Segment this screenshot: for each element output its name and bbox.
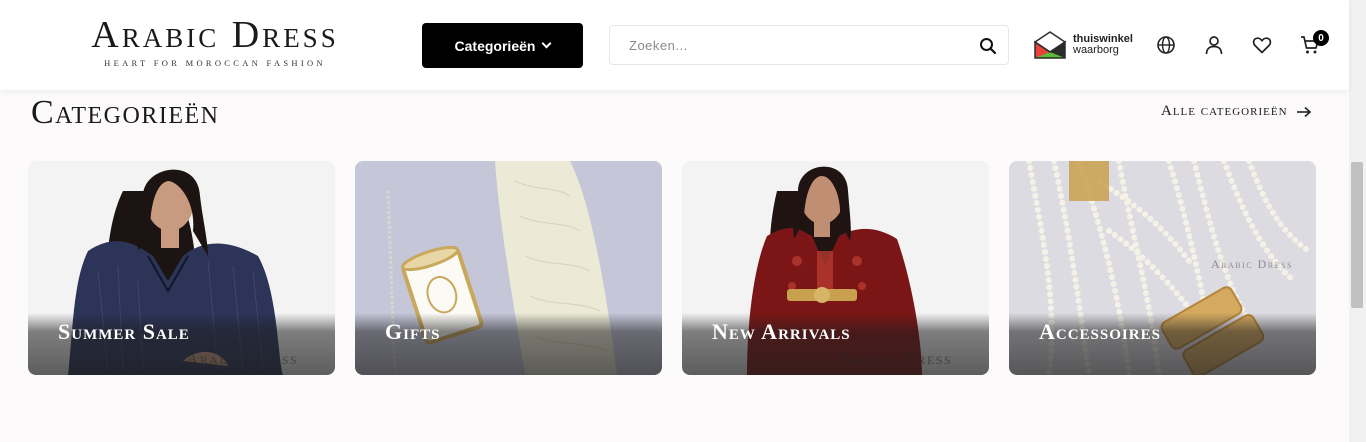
globe-icon[interactable] [1155,34,1177,56]
category-card-new-arrivals[interactable]: Arabic Dress New Arrivals [682,161,989,375]
category-label: New Arrivals [712,319,851,344]
categories-button-label: Categorieën [454,37,536,54]
site-header: Arabic Dress HEART FOR MOROCCAN FASHION … [0,0,1349,90]
heart-icon[interactable] [1251,34,1273,56]
arrow-right-icon [1296,106,1311,117]
all-categories-link[interactable]: Alle categorieën [1161,103,1312,120]
page-scrollbar[interactable] [1349,0,1366,442]
thuiswinkel-line2: waarborg [1073,44,1119,56]
cart-count-badge: 0 [1313,30,1329,46]
category-card-accessoires[interactable]: Arabic Dress Accessoires [1009,161,1316,375]
search-bar [609,25,1009,65]
watermark: Arabic Dress [186,349,299,368]
category-label: Accessoires [1039,319,1161,344]
category-label: Summer Sale [58,319,190,344]
category-label: Gifts [385,319,441,344]
watermark: Arabic Dress [1211,257,1293,271]
category-card-gifts[interactable]: Gifts [355,161,662,375]
search-icon[interactable] [979,37,997,55]
logo-tagline: HEART FOR MOROCCAN FASHION [104,58,326,68]
account-icon[interactable] [1203,34,1225,56]
thuiswinkel-logo-icon [1033,31,1067,59]
thuiswinkel-badge[interactable]: thuiswinkel waarborg [1033,29,1143,61]
scrollbar-thumb[interactable] [1351,162,1363,308]
categories-menu-button[interactable]: Categorieën [422,23,583,68]
section-title: Categorieën [31,94,220,131]
chevron-down-icon [542,38,552,49]
search-input[interactable] [610,26,970,64]
logo[interactable]: Arabic Dress HEART FOR MOROCCAN FASHION [50,14,380,76]
category-card-summer-sale[interactable]: Arabic Dress Summer Sale [28,161,335,375]
logo-title: Arabic Dress [91,14,339,56]
all-categories-label: Alle categorieën [1161,103,1288,119]
watermark: Arabic Dress [840,349,953,368]
